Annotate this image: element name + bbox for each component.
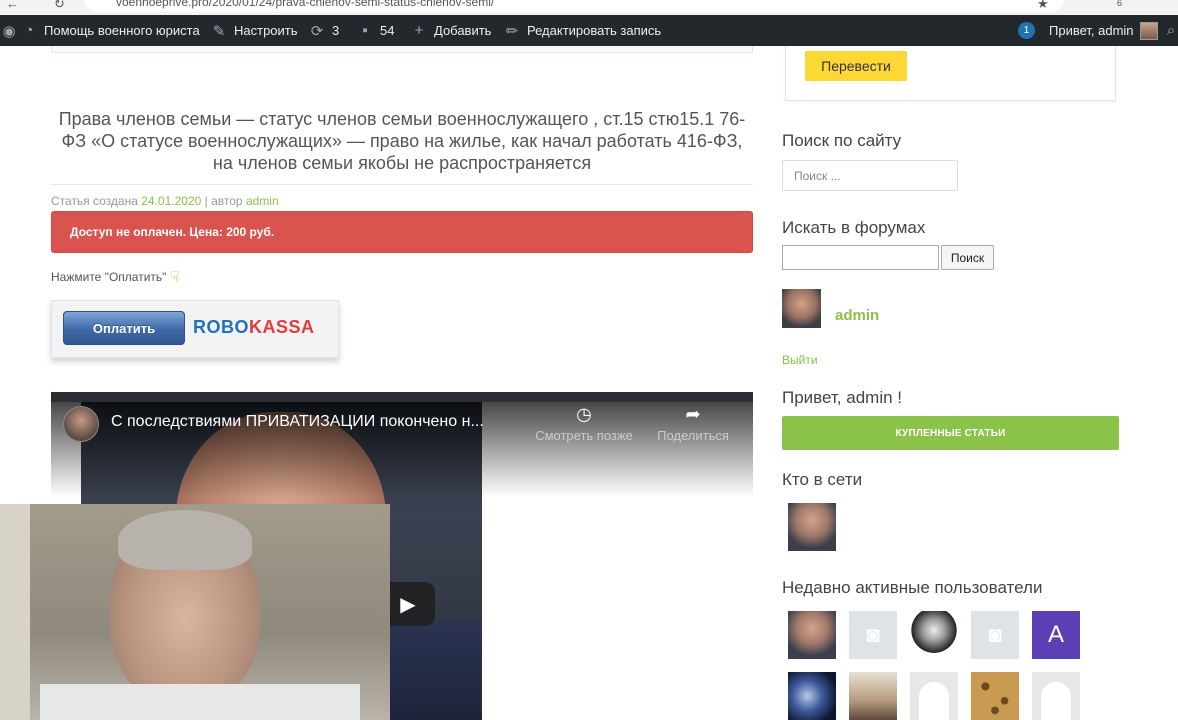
site-name-menu[interactable]: ◔ Помощь военного юриста xyxy=(20,15,200,46)
add-new-label: Добавить xyxy=(434,23,492,38)
share-button[interactable]: ➦ Поделиться xyxy=(643,404,743,443)
user-name-link[interactable]: admin xyxy=(835,307,879,324)
recent-user-avatar[interactable] xyxy=(788,672,836,720)
meta-author-label: | автор xyxy=(204,194,243,208)
camera-icon: ◙ xyxy=(988,622,1002,647)
meta-created-label: Статья создана xyxy=(51,194,138,208)
avatar-letter: A xyxy=(1047,621,1064,648)
add-new-menu[interactable]: + Добавить xyxy=(410,15,492,46)
recent-user-avatar[interactable]: ◙ xyxy=(971,611,1019,659)
pay-button[interactable]: Оплатить xyxy=(63,311,185,345)
recent-user-avatar[interactable] xyxy=(1032,672,1080,720)
channel-avatar[interactable] xyxy=(63,406,99,442)
robokassa-widget: Оплатить ROBOKASSA xyxy=(51,300,339,358)
robokassa-logo: ROBOKASSA xyxy=(193,317,315,338)
comments-count: 54 xyxy=(380,23,395,38)
pencil-icon: ✏ xyxy=(505,22,519,40)
watch-later-button[interactable]: ◷ Смотреть позже xyxy=(534,404,634,443)
pay-hint: Нажмите "Оплатить" ☟ xyxy=(51,268,180,286)
wordpress-icon: ◉ xyxy=(2,22,16,40)
pay-hint-text: Нажмите "Оплатить" xyxy=(51,270,167,284)
post-meta: Статья создана 24.01.2020 | автор admin xyxy=(51,194,279,208)
recent-user-avatar[interactable] xyxy=(788,611,836,659)
paywall-alert: Доступ не оплачен. Цена: 200 руб. xyxy=(51,211,753,253)
user-avatar[interactable] xyxy=(782,289,821,328)
post-date-link[interactable]: 24.01.2020 xyxy=(141,194,201,208)
recent-user-avatar[interactable] xyxy=(910,672,958,720)
extension-badge[interactable]: 6 xyxy=(1117,0,1122,8)
dashboard-icon: ◔ xyxy=(24,22,34,39)
customize-link[interactable]: ✎ Настроить xyxy=(210,15,298,46)
comment-icon: ▪ xyxy=(362,22,368,39)
purchased-articles-button[interactable]: КУПЛЕННЫЕ СТАТЬИ xyxy=(782,416,1119,450)
forum-search-title: Искать в форумах xyxy=(782,218,926,237)
admin-bar: ◉ ◔ Помощь военного юриста ✎ Настроить ⟳… xyxy=(0,15,1178,46)
admin-search[interactable]: ⌕ xyxy=(1162,15,1178,46)
account-greeting: Привет, admin xyxy=(1049,23,1134,38)
account-avatar xyxy=(1139,21,1158,40)
wp-logo-menu[interactable]: ◉ xyxy=(0,15,18,46)
webcam-presenter-hair xyxy=(118,510,252,570)
post-title: Права членов семьи — статус членов семьи… xyxy=(58,109,746,173)
recent-user-avatar[interactable]: ◙ xyxy=(849,611,897,659)
site-search-input[interactable]: Поиск ... xyxy=(782,160,958,191)
watch-later-label: Смотреть позже xyxy=(535,428,633,443)
star-icon[interactable]: ★ xyxy=(1037,0,1049,12)
video-top-border xyxy=(51,392,753,402)
post-author-link[interactable]: admin xyxy=(246,194,279,208)
customize-label: Настроить xyxy=(234,23,298,38)
plus-icon: + xyxy=(414,22,424,39)
paywall-alert-text: Доступ не оплачен. Цена: 200 руб. xyxy=(70,225,275,239)
reload-icon[interactable]: ↻ xyxy=(54,0,65,12)
forum-search-button[interactable]: Поиск xyxy=(941,245,994,270)
title-divider xyxy=(51,184,753,185)
updates-icon: ⟳ xyxy=(310,22,324,40)
webcam-background-lamp xyxy=(0,504,30,720)
sidebar: Перевести Поиск по сайту Поиск ... Искат… xyxy=(770,46,1178,720)
recent-users-title: Недавно активные пользователи xyxy=(782,578,1043,597)
translate-button[interactable]: Перевести xyxy=(805,51,907,81)
camera-icon: ◙ xyxy=(866,622,880,647)
edit-post-link[interactable]: ✏ Редактировать запись xyxy=(503,15,661,46)
updates-count: 3 xyxy=(332,23,340,38)
silhouette-icon xyxy=(1041,682,1071,720)
logout-link[interactable]: Выйти xyxy=(782,353,818,367)
recent-user-avatar[interactable] xyxy=(849,672,897,720)
share-label: Поделиться xyxy=(657,428,729,443)
site-name-label: Помощь военного юриста xyxy=(44,23,200,38)
edit-post-label: Редактировать запись xyxy=(527,23,662,38)
recent-user-avatar[interactable] xyxy=(910,611,958,659)
previous-block xyxy=(51,46,753,53)
play-icon: ▶ xyxy=(400,593,416,616)
back-icon[interactable]: ← xyxy=(6,0,19,11)
share-icon: ➦ xyxy=(685,404,701,424)
who-online-title: Кто в сети xyxy=(782,470,863,489)
robokassa-logo-part1: ROBO xyxy=(193,317,249,337)
updates-link[interactable]: ⟳ 3 xyxy=(308,15,340,46)
forum-search-input[interactable] xyxy=(782,245,939,270)
search-icon: ⌕ xyxy=(1166,22,1176,39)
browser-toolbar: ← ↻ voenhoeprive.pro/2020/01/24/prava-ch… xyxy=(0,0,1178,15)
robokassa-logo-part2: KASSA xyxy=(249,317,315,337)
notifications-link[interactable]: 1 xyxy=(1018,15,1035,46)
brush-icon: ✎ xyxy=(212,22,226,40)
translate-widget: Перевести xyxy=(785,46,1116,101)
account-menu[interactable]: Привет, admin xyxy=(1049,15,1158,46)
site-search-title: Поиск по сайту xyxy=(782,131,902,150)
notification-badge: 1 xyxy=(1018,22,1035,39)
online-user-avatar[interactable] xyxy=(788,503,836,551)
clock-icon: ◷ xyxy=(576,404,592,424)
video-title[interactable]: С последствиями ПРИВАТИЗАЦИИ покончено н… xyxy=(111,413,484,431)
hello-title: Привет, admin ! xyxy=(782,388,902,407)
webcam-presenter-shirt xyxy=(40,684,360,720)
address-bar-text[interactable]: voenhoeprive.pro/2020/01/24/prava-chleno… xyxy=(116,0,494,9)
comments-link[interactable]: ▪ 54 xyxy=(356,15,394,46)
silhouette-icon xyxy=(919,682,949,720)
webcam-overlay xyxy=(0,504,390,720)
pointing-hand-icon: ☟ xyxy=(170,269,180,286)
recent-user-avatar[interactable] xyxy=(971,672,1019,720)
recent-user-avatar[interactable]: A xyxy=(1032,611,1080,659)
